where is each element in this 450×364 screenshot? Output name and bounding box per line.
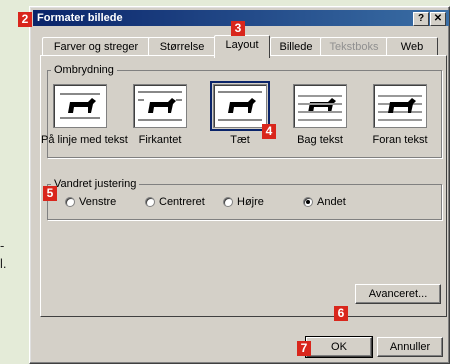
align-right-radio[interactable]: Højre: [223, 196, 264, 208]
align-left-label: Venstre: [79, 196, 117, 208]
ok-button[interactable]: OK: [305, 336, 373, 358]
format-picture-dialog: Formater billede ? ✕ Farver og streger S…: [29, 6, 450, 364]
wrap-square-option[interactable]: Firkantet: [121, 84, 199, 146]
tab-web[interactable]: Web: [386, 37, 438, 56]
dog-icon: [373, 84, 427, 128]
tab-billede[interactable]: Billede: [270, 37, 322, 56]
align-group-label: Vandret justering: [51, 178, 140, 190]
dog-icon: [210, 81, 270, 131]
wrap-inline-label: På linje med tekst: [41, 134, 128, 146]
align-other-label: Andet: [317, 196, 346, 208]
wrap-front-option[interactable]: Foran tekst: [361, 84, 439, 146]
side-text-fragment-2: l.: [0, 256, 7, 271]
radio-circle: [303, 197, 313, 207]
wrap-front-label: Foran tekst: [372, 134, 428, 146]
wrap-behind-label: Bag tekst: [297, 134, 343, 146]
callout-badge-7: 7: [297, 341, 311, 356]
layout-panel: Ombrydning På linje med tekst Firkantet …: [40, 55, 447, 317]
wrap-group-label: Ombrydning: [51, 64, 117, 76]
callout-badge-4: 4: [262, 124, 276, 139]
dog-icon: [133, 84, 187, 128]
tab-tekstboks: Tekstboks: [320, 37, 388, 56]
callout-badge-5: 5: [43, 186, 57, 201]
align-left-radio[interactable]: Venstre: [65, 196, 116, 208]
radio-circle: [223, 197, 233, 207]
dog-icon: [293, 84, 347, 128]
advanced-button[interactable]: Avanceret...: [355, 284, 441, 304]
align-center-label: Centreret: [159, 196, 205, 208]
tab-stoerrelse[interactable]: Størrelse: [148, 37, 216, 56]
align-right-label: Højre: [237, 196, 264, 208]
radio-circle: [65, 197, 75, 207]
callout-badge-2: 2: [18, 12, 32, 27]
radio-circle: [145, 197, 155, 207]
callout-badge-6: 6: [334, 306, 348, 321]
wrap-square-label: Firkantet: [138, 134, 182, 146]
align-center-radio[interactable]: Centreret: [145, 196, 205, 208]
close-button[interactable]: ✕: [430, 12, 446, 26]
dialog-title: Formater billede: [37, 12, 123, 24]
align-other-radio[interactable]: Andet: [303, 196, 346, 208]
side-text-fragment: -: [0, 238, 5, 253]
tab-layout[interactable]: Layout: [214, 35, 270, 58]
tab-farver-og-streger[interactable]: Farver og streger: [42, 37, 150, 56]
wrap-inline-option[interactable]: På linje med tekst: [41, 84, 128, 146]
dog-icon: [53, 84, 107, 128]
callout-badge-3: 3: [231, 21, 245, 36]
wrap-behind-option[interactable]: Bag tekst: [281, 84, 359, 146]
cancel-button[interactable]: Annuller: [377, 337, 443, 357]
help-button[interactable]: ?: [413, 12, 429, 26]
